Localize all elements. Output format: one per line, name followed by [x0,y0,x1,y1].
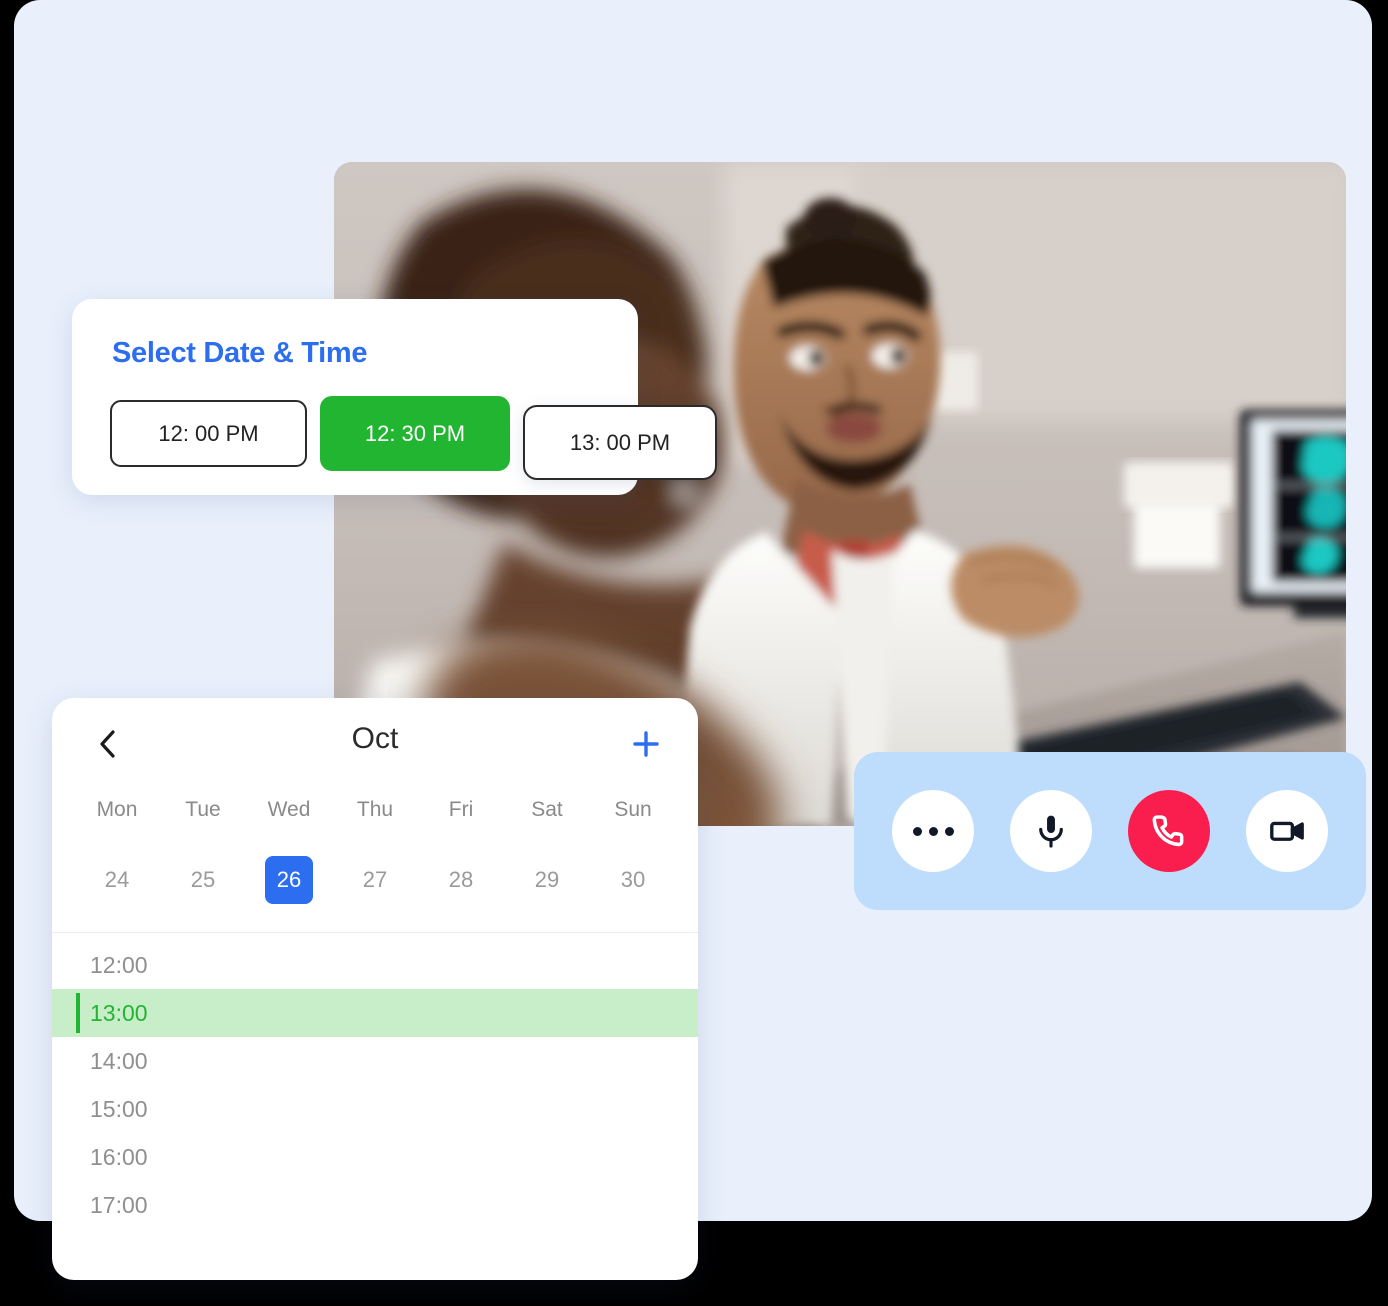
microphone-icon [1039,815,1063,848]
time-slot-button-1230pm-selected[interactable]: 12: 30 PM [320,396,510,471]
microphone-button[interactable] [1010,790,1092,872]
calendar-card: Oct Mon Tue Wed Thu Fri Sat Sun 24 25 26… [52,698,698,1280]
calendar-time-slot-1600[interactable]: 16:00 [52,1133,698,1181]
calendar-date-cell[interactable]: 26 [246,842,332,918]
more-options-icon [912,826,954,836]
calendar-day-name: Sat [531,798,563,821]
calendar-date-29[interactable]: 29 [523,856,571,904]
calendar-dates-row: 24 25 26 27 28 29 30 [52,842,698,918]
calendar-time-slot-1300-active[interactable]: 13:00 [52,989,698,1037]
calendar-date-27[interactable]: 27 [351,856,399,904]
time-slot-button-1200pm[interactable]: 12: 00 PM [110,400,307,467]
calendar-date-24[interactable]: 24 [93,856,141,904]
calendar-date-cell[interactable]: 27 [332,842,418,918]
dot [944,826,954,836]
plus-glyph [633,731,659,757]
calendar-time-slot-list: 12:00 13:00 14:00 15:00 16:00 17:00 [52,933,698,1229]
dot [912,826,922,836]
end-call-button[interactable] [1128,790,1210,872]
calendar-time-slot-1700[interactable]: 17:00 [52,1181,698,1229]
calendar-month-label: Oct [351,722,399,755]
call-control-bar [854,752,1366,910]
time-slot-button-1300pm[interactable]: 13: 00 PM [523,405,717,480]
calendar-day-name: Thu [356,798,394,821]
calendar-date-cell[interactable]: 28 [418,842,504,918]
calendar-date-cell[interactable]: 29 [504,842,590,918]
calendar-date-cell[interactable]: 24 [74,842,160,918]
more-options-button[interactable] [892,790,974,872]
screenshot-stage: Select Date & Time 12: 00 PM 12: 30 PM 1… [0,0,1388,1306]
calendar-date-cell[interactable]: 30 [590,842,676,918]
select-date-time-title: Select Date & Time [112,337,368,369]
calendar-time-slot-1500[interactable]: 15:00 [52,1085,698,1133]
calendar-day-name: Mon [96,798,138,821]
calendar-time-slot-1400[interactable]: 14:00 [52,1037,698,1085]
dot [928,826,938,836]
video-camera-button[interactable] [1246,790,1328,872]
select-date-time-card: Select Date & Time 12: 00 PM 12: 30 PM 1… [72,299,717,495]
calendar-date-26-selected[interactable]: 26 [265,856,313,904]
calendar-date-28[interactable]: 28 [437,856,485,904]
calendar-header: Oct [52,698,698,790]
video-camera-icon [1270,821,1304,841]
calendar-date-cell[interactable]: 25 [160,842,246,918]
calendar-day-name: Fri [448,798,474,821]
calendar-date-30[interactable]: 30 [609,856,657,904]
calendar-day-name: Wed [267,798,311,821]
plus-icon[interactable] [622,720,670,768]
calendar-time-slot-1200[interactable]: 12:00 [52,941,698,989]
end-call-icon [1152,815,1184,847]
calendar-day-name: Tue [185,798,221,821]
calendar-date-25[interactable]: 25 [179,856,227,904]
calendar-day-names-row: Mon Tue Wed Thu Fri Sat Sun [52,790,698,842]
calendar-day-name: Sun [614,798,652,821]
